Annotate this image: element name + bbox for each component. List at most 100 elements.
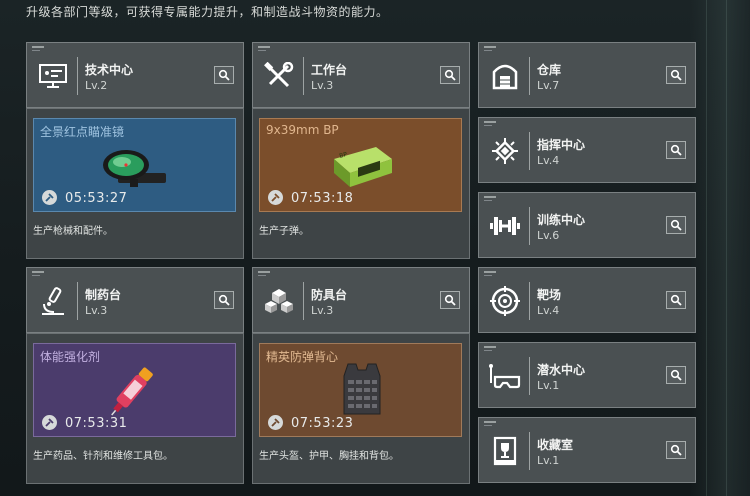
card-tag <box>32 50 40 51</box>
card-tag <box>32 275 40 276</box>
station-level: Lv.2 <box>85 79 108 92</box>
station-card-warehouse[interactable]: 仓库 Lv.7 <box>478 42 696 108</box>
station-level: Lv.3 <box>311 79 334 92</box>
page-subtitle: 升级各部门等级，可获得专属能力提升，和制造战斗物资的能力。 <box>26 5 389 19</box>
search-icon <box>218 69 230 81</box>
card-tag <box>484 275 492 276</box>
station-description: 生产头盔、护甲、胸挂和背包。 <box>259 451 399 462</box>
card-tag <box>484 121 496 123</box>
search-button[interactable] <box>440 66 460 84</box>
card-divider <box>529 432 530 470</box>
timer-icon <box>42 415 57 430</box>
station-description: 生产药品、针剂和维修工具包。 <box>33 451 173 462</box>
search-button[interactable] <box>666 366 686 384</box>
station-card-diving-center[interactable]: 潜水中心 Lv.1 <box>478 342 696 408</box>
search-button[interactable] <box>666 216 686 234</box>
station-name: 指挥中心 <box>537 138 586 152</box>
monitor-icon <box>35 60 71 92</box>
product-name: 全景红点瞄准镜 <box>40 125 125 139</box>
card-tag <box>484 196 496 198</box>
trophy-icon <box>487 435 523 467</box>
card-tag <box>484 271 496 273</box>
search-button[interactable] <box>666 441 686 459</box>
production-slot-medstation[interactable]: 体能强化剂 07:53:31 <box>33 343 236 437</box>
card-tag <box>258 275 266 276</box>
timer-icon <box>268 190 283 205</box>
station-card-training-center[interactable]: 训练中心 Lv.6 <box>478 192 696 258</box>
station-card-collection-room[interactable]: 收藏室 Lv.1 <box>478 417 696 483</box>
search-icon <box>670 219 682 231</box>
tools-icon <box>261 60 297 92</box>
production-slot-workbench[interactable]: 9x39mm BP BP 07:53:18 <box>259 118 462 212</box>
card-tag <box>484 350 492 351</box>
station-level: Lv.4 <box>537 154 560 167</box>
search-icon <box>670 144 682 156</box>
search-icon <box>444 294 456 306</box>
card-tag <box>484 425 492 426</box>
production-slot-armor[interactable]: 精英防弹背心 07:53:23 <box>259 343 462 437</box>
card-divider <box>529 357 530 395</box>
production-slot-tech[interactable]: 全景红点瞄准镜 05:53:27 <box>33 118 236 212</box>
search-icon <box>670 444 682 456</box>
search-button[interactable] <box>214 66 234 84</box>
microscope-icon <box>35 285 71 317</box>
station-card-command-center[interactable]: 指挥中心 Lv.4 <box>478 117 696 183</box>
search-button[interactable] <box>440 291 460 309</box>
card-tag <box>258 46 270 48</box>
station-card-shooting-range[interactable]: 靶场 Lv.4 <box>478 267 696 333</box>
card-tag <box>484 46 496 48</box>
station-name: 训练中心 <box>537 213 586 227</box>
background-line <box>726 0 727 496</box>
station-level: Lv.3 <box>85 304 108 317</box>
station-level: Lv.1 <box>537 379 560 392</box>
station-name: 技术中心 <box>85 63 134 77</box>
station-level: Lv.1 <box>537 454 560 467</box>
card-tag <box>484 421 496 423</box>
station-card-armor[interactable]: 防具台 Lv.3 <box>252 267 470 333</box>
search-icon <box>670 69 682 81</box>
card-divider <box>529 132 530 170</box>
search-icon <box>444 69 456 81</box>
search-icon <box>670 369 682 381</box>
armor-vest-image <box>340 362 384 422</box>
background-line <box>706 0 707 496</box>
search-icon <box>218 294 230 306</box>
card-divider <box>529 207 530 245</box>
card-divider <box>529 282 530 320</box>
station-name: 靶场 <box>537 288 562 302</box>
search-button[interactable] <box>666 291 686 309</box>
card-divider <box>77 57 78 95</box>
search-button[interactable] <box>666 141 686 159</box>
station-card-tech-center[interactable]: 技术中心 Lv.2 <box>26 42 244 108</box>
station-level: Lv.7 <box>537 79 560 92</box>
station-card-medstation[interactable]: 制药台 Lv.3 <box>26 267 244 333</box>
search-button[interactable] <box>666 66 686 84</box>
target-icon <box>487 285 523 317</box>
station-name: 收藏室 <box>537 438 574 452</box>
goggles-icon <box>487 360 523 392</box>
station-level: Lv.6 <box>537 229 560 242</box>
station-name: 工作台 <box>311 63 348 77</box>
station-level: Lv.3 <box>311 304 334 317</box>
card-tag <box>484 346 496 348</box>
station-name: 仓库 <box>537 63 562 77</box>
station-card-workbench[interactable]: 工作台 Lv.3 <box>252 42 470 108</box>
production-timer: 07:53:23 <box>291 416 354 431</box>
station-level: Lv.4 <box>537 304 560 317</box>
production-timer: 07:53:18 <box>291 191 354 206</box>
card-tag <box>32 271 44 273</box>
card-tag <box>484 125 492 126</box>
boxes-icon <box>261 285 297 317</box>
dumbbell-icon <box>487 210 523 242</box>
card-divider <box>303 57 304 95</box>
card-tag <box>484 50 492 51</box>
card-divider <box>77 282 78 320</box>
background-edge <box>690 0 750 496</box>
timer-icon <box>268 415 283 430</box>
product-name: 体能强化剂 <box>40 350 101 364</box>
card-tag <box>484 200 492 201</box>
station-description: 生产枪械和配件。 <box>33 226 113 237</box>
search-button[interactable] <box>214 291 234 309</box>
card-divider <box>303 282 304 320</box>
station-name: 潜水中心 <box>537 363 586 377</box>
